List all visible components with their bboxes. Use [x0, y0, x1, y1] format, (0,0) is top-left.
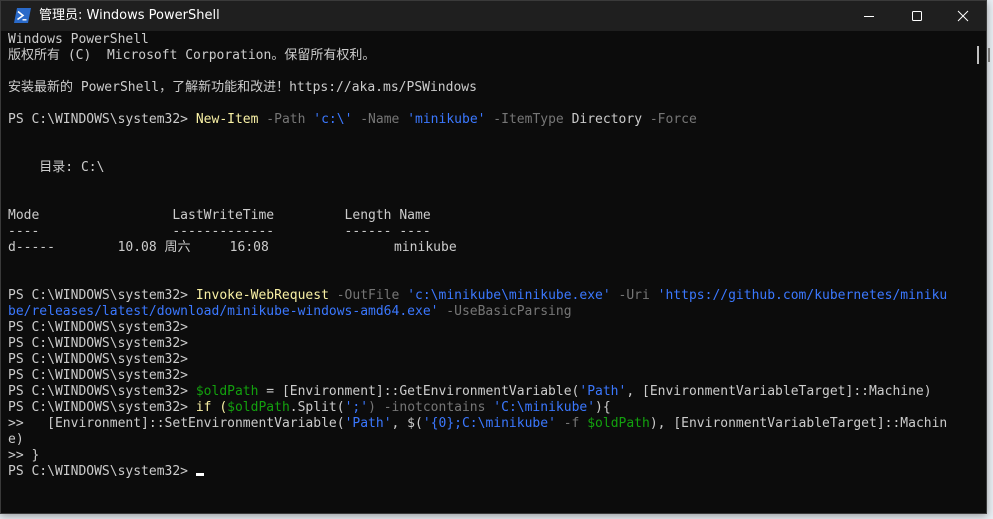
minimize-icon — [864, 16, 874, 17]
background-window-edge — [988, 48, 990, 62]
string-arg: 'https://github.com/kubernetes/miniku — [657, 288, 948, 303]
title-bar[interactable]: 管理员: Windows PowerShell — [1, 1, 986, 31]
parameter: -Uri — [610, 288, 658, 303]
console-output[interactable]: Windows PowerShell 版权所有 (C) Microsoft Co… — [8, 32, 970, 508]
code: [Environment]::SetEnvironmentVariable( — [47, 416, 345, 431]
code: , [EnvironmentVariableTarget]::Machine) — [626, 384, 932, 399]
command-line-wrap: be/releases/latest/download/minikube-win… — [8, 304, 572, 320]
active-prompt-line[interactable]: PS C:\WINDOWS\system32> — [8, 464, 204, 480]
code: ){ — [595, 400, 611, 415]
empty-prompt: PS C:\WINDOWS\system32> — [8, 336, 189, 351]
prompt: PS C:\WINDOWS\system32> — [8, 384, 196, 399]
parameter: -ItemType — [485, 112, 572, 127]
table-header: Mode LastWriteTime Length Name — [8, 208, 431, 223]
code: .Split( — [289, 400, 345, 415]
empty-prompt: PS C:\WINDOWS\system32> — [8, 368, 189, 383]
cmdlet-name: New-Item — [195, 112, 259, 127]
argument: Directory — [571, 112, 643, 127]
directory-header: 目录: C:\ — [8, 160, 105, 175]
parameter: -Name — [352, 112, 408, 127]
minimize-button[interactable] — [846, 1, 892, 31]
parameter: -Force — [642, 112, 697, 127]
close-icon — [957, 10, 969, 22]
variable: $oldPath — [587, 416, 650, 431]
table-rule: ---- ------------- ------ ---- — [8, 224, 431, 239]
keyword: if ( — [195, 400, 228, 415]
maximize-button[interactable] — [894, 1, 940, 31]
parameter: -f — [555, 416, 588, 431]
prompt: PS C:\WINDOWS\system32> — [8, 112, 196, 127]
command-line: PS C:\WINDOWS\system32> $oldPath = [Envi… — [8, 384, 932, 400]
code: ), [EnvironmentVariableTarget]::Machin — [649, 416, 948, 431]
prompt: PS C:\WINDOWS\system32> — [8, 464, 196, 479]
command-line: PS C:\WINDOWS\system32> New-Item -Path '… — [8, 112, 697, 128]
parameter: -Path — [258, 112, 314, 127]
string-arg: 'Path' — [579, 384, 627, 399]
window-title: 管理员: Windows PowerShell — [39, 8, 220, 23]
parameter: -OutFile — [328, 288, 408, 303]
prompt: PS C:\WINDOWS\system32> — [8, 400, 196, 415]
string-arg: 'c:\' — [313, 112, 353, 127]
string-arg: 'C:\minikube' — [493, 400, 596, 415]
string-arg: '{0};C:\minikube' — [422, 416, 556, 431]
close-button[interactable] — [940, 1, 986, 31]
scrollbar-thumb[interactable] — [977, 46, 979, 64]
variable: $oldPath — [227, 400, 290, 415]
string-arg: 'Path' — [344, 416, 392, 431]
code: = [Environment]::GetEnvironmentVariable( — [258, 384, 580, 399]
continuation-line: >> [Environment]::SetEnvironmentVariable… — [8, 416, 947, 432]
parameter: ) -inotcontains — [368, 400, 494, 415]
command-line: PS C:\WINDOWS\system32> if ($oldPath.Spl… — [8, 400, 611, 416]
empty-prompt: PS C:\WINDOWS\system32> — [8, 320, 189, 335]
banner-line: 安装最新的 PowerShell，了解新功能和改进！https://aka.ms… — [8, 80, 477, 95]
parameter: -UseBasicParsing — [438, 304, 572, 319]
powershell-window: 管理员: Windows PowerShell Windows PowerShe… — [0, 0, 987, 514]
banner-line: Windows PowerShell — [8, 32, 149, 47]
variable: $oldPath — [195, 384, 259, 399]
continuation-prompt: >> — [8, 416, 48, 431]
banner-line: 版权所有 (C) Microsoft Corporation。保留所有权利。 — [8, 48, 376, 63]
table-row: d----- 10.08 周六 16:08 minikube — [8, 240, 457, 255]
string-arg: be/releases/latest/download/minikube-win… — [8, 304, 439, 319]
prompt: PS C:\WINDOWS\system32> — [8, 288, 196, 303]
powershell-icon — [14, 8, 31, 23]
string-arg: 'c:\minikube\minikube.exe' — [407, 288, 611, 303]
vertical-scrollbar[interactable] — [973, 32, 985, 512]
empty-prompt: PS C:\WINDOWS\system32> — [8, 352, 189, 367]
command-line: PS C:\WINDOWS\system32> Invoke-WebReques… — [8, 288, 947, 304]
code: , $( — [391, 416, 423, 431]
string-arg: ';' — [344, 400, 369, 415]
cmdlet-name: Invoke-WebRequest — [195, 288, 329, 303]
string-arg: 'minikube' — [407, 112, 486, 127]
continuation-line: >> } — [8, 448, 40, 463]
command-line-wrap: e) — [8, 432, 24, 447]
text-cursor — [195, 473, 204, 476]
maximize-icon — [912, 11, 922, 21]
